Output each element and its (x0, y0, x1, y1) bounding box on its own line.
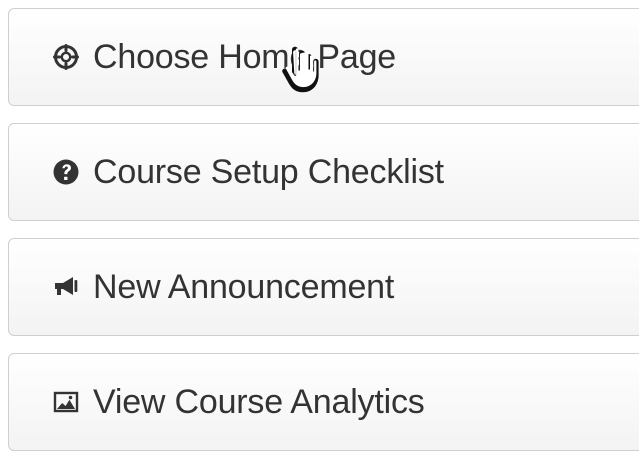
megaphone-icon (51, 272, 81, 302)
course-setup-checklist-button[interactable]: Course Setup Checklist (8, 123, 639, 221)
question-circle-icon (51, 157, 81, 187)
choose-home-page-label: Choose Home Page (93, 38, 396, 76)
image-chart-icon (51, 387, 81, 417)
new-announcement-button[interactable]: New Announcement (8, 238, 639, 336)
choose-home-page-button[interactable]: Choose Home Page (8, 8, 639, 106)
new-announcement-label: New Announcement (93, 268, 395, 306)
view-course-analytics-button[interactable]: View Course Analytics (8, 353, 639, 451)
course-setup-checklist-label: Course Setup Checklist (93, 153, 444, 191)
view-course-analytics-label: View Course Analytics (93, 383, 425, 421)
course-actions-list: Choose Home Page Course Setup Checklist … (8, 8, 639, 451)
target-icon (51, 42, 81, 72)
